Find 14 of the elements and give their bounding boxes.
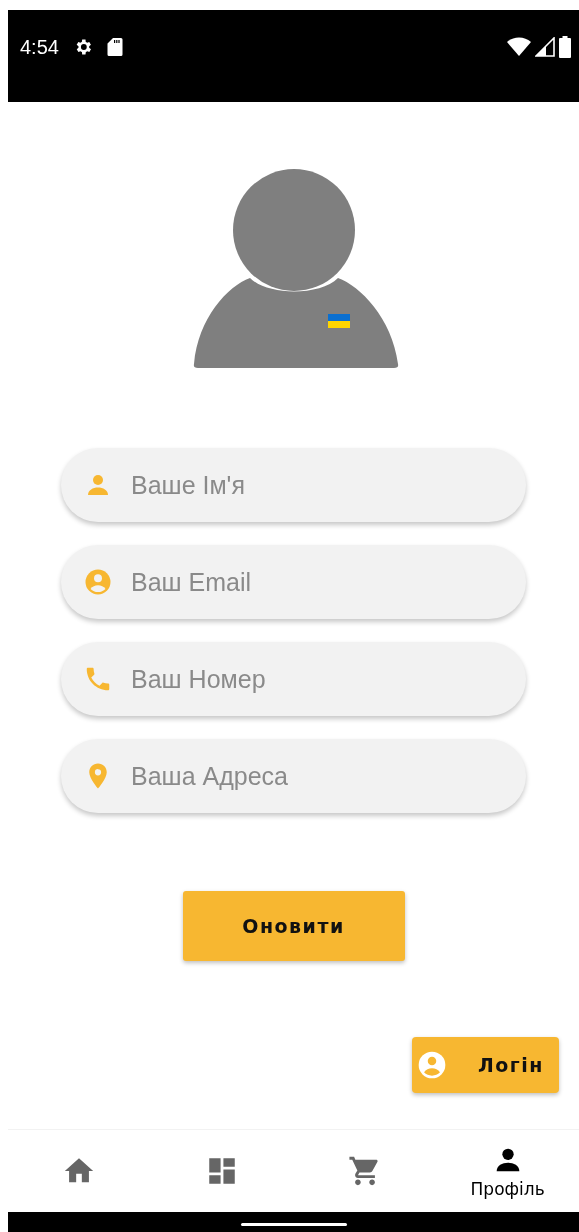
nav-tab[interactable]: Профіль: [436, 1130, 579, 1212]
update-button[interactable]: Оновити: [182, 891, 405, 961]
input-field[interactable]: Ваша Адреса: [61, 739, 526, 813]
sd-card-icon: [106, 37, 123, 57]
battery-icon: [559, 36, 571, 58]
signal-icon: [535, 37, 555, 57]
account-circle-icon: [83, 567, 113, 597]
input-field[interactable]: Ваш Номер: [61, 642, 526, 716]
login-button[interactable]: Логін: [412, 1037, 559, 1093]
input-field[interactable]: Ваш Email: [61, 545, 526, 619]
status-time: 4:54: [20, 36, 59, 58]
input-field[interactable]: Ваше Ім'я: [61, 448, 526, 522]
account-circle-icon: [416, 1049, 448, 1081]
wifi-icon: [507, 37, 531, 57]
